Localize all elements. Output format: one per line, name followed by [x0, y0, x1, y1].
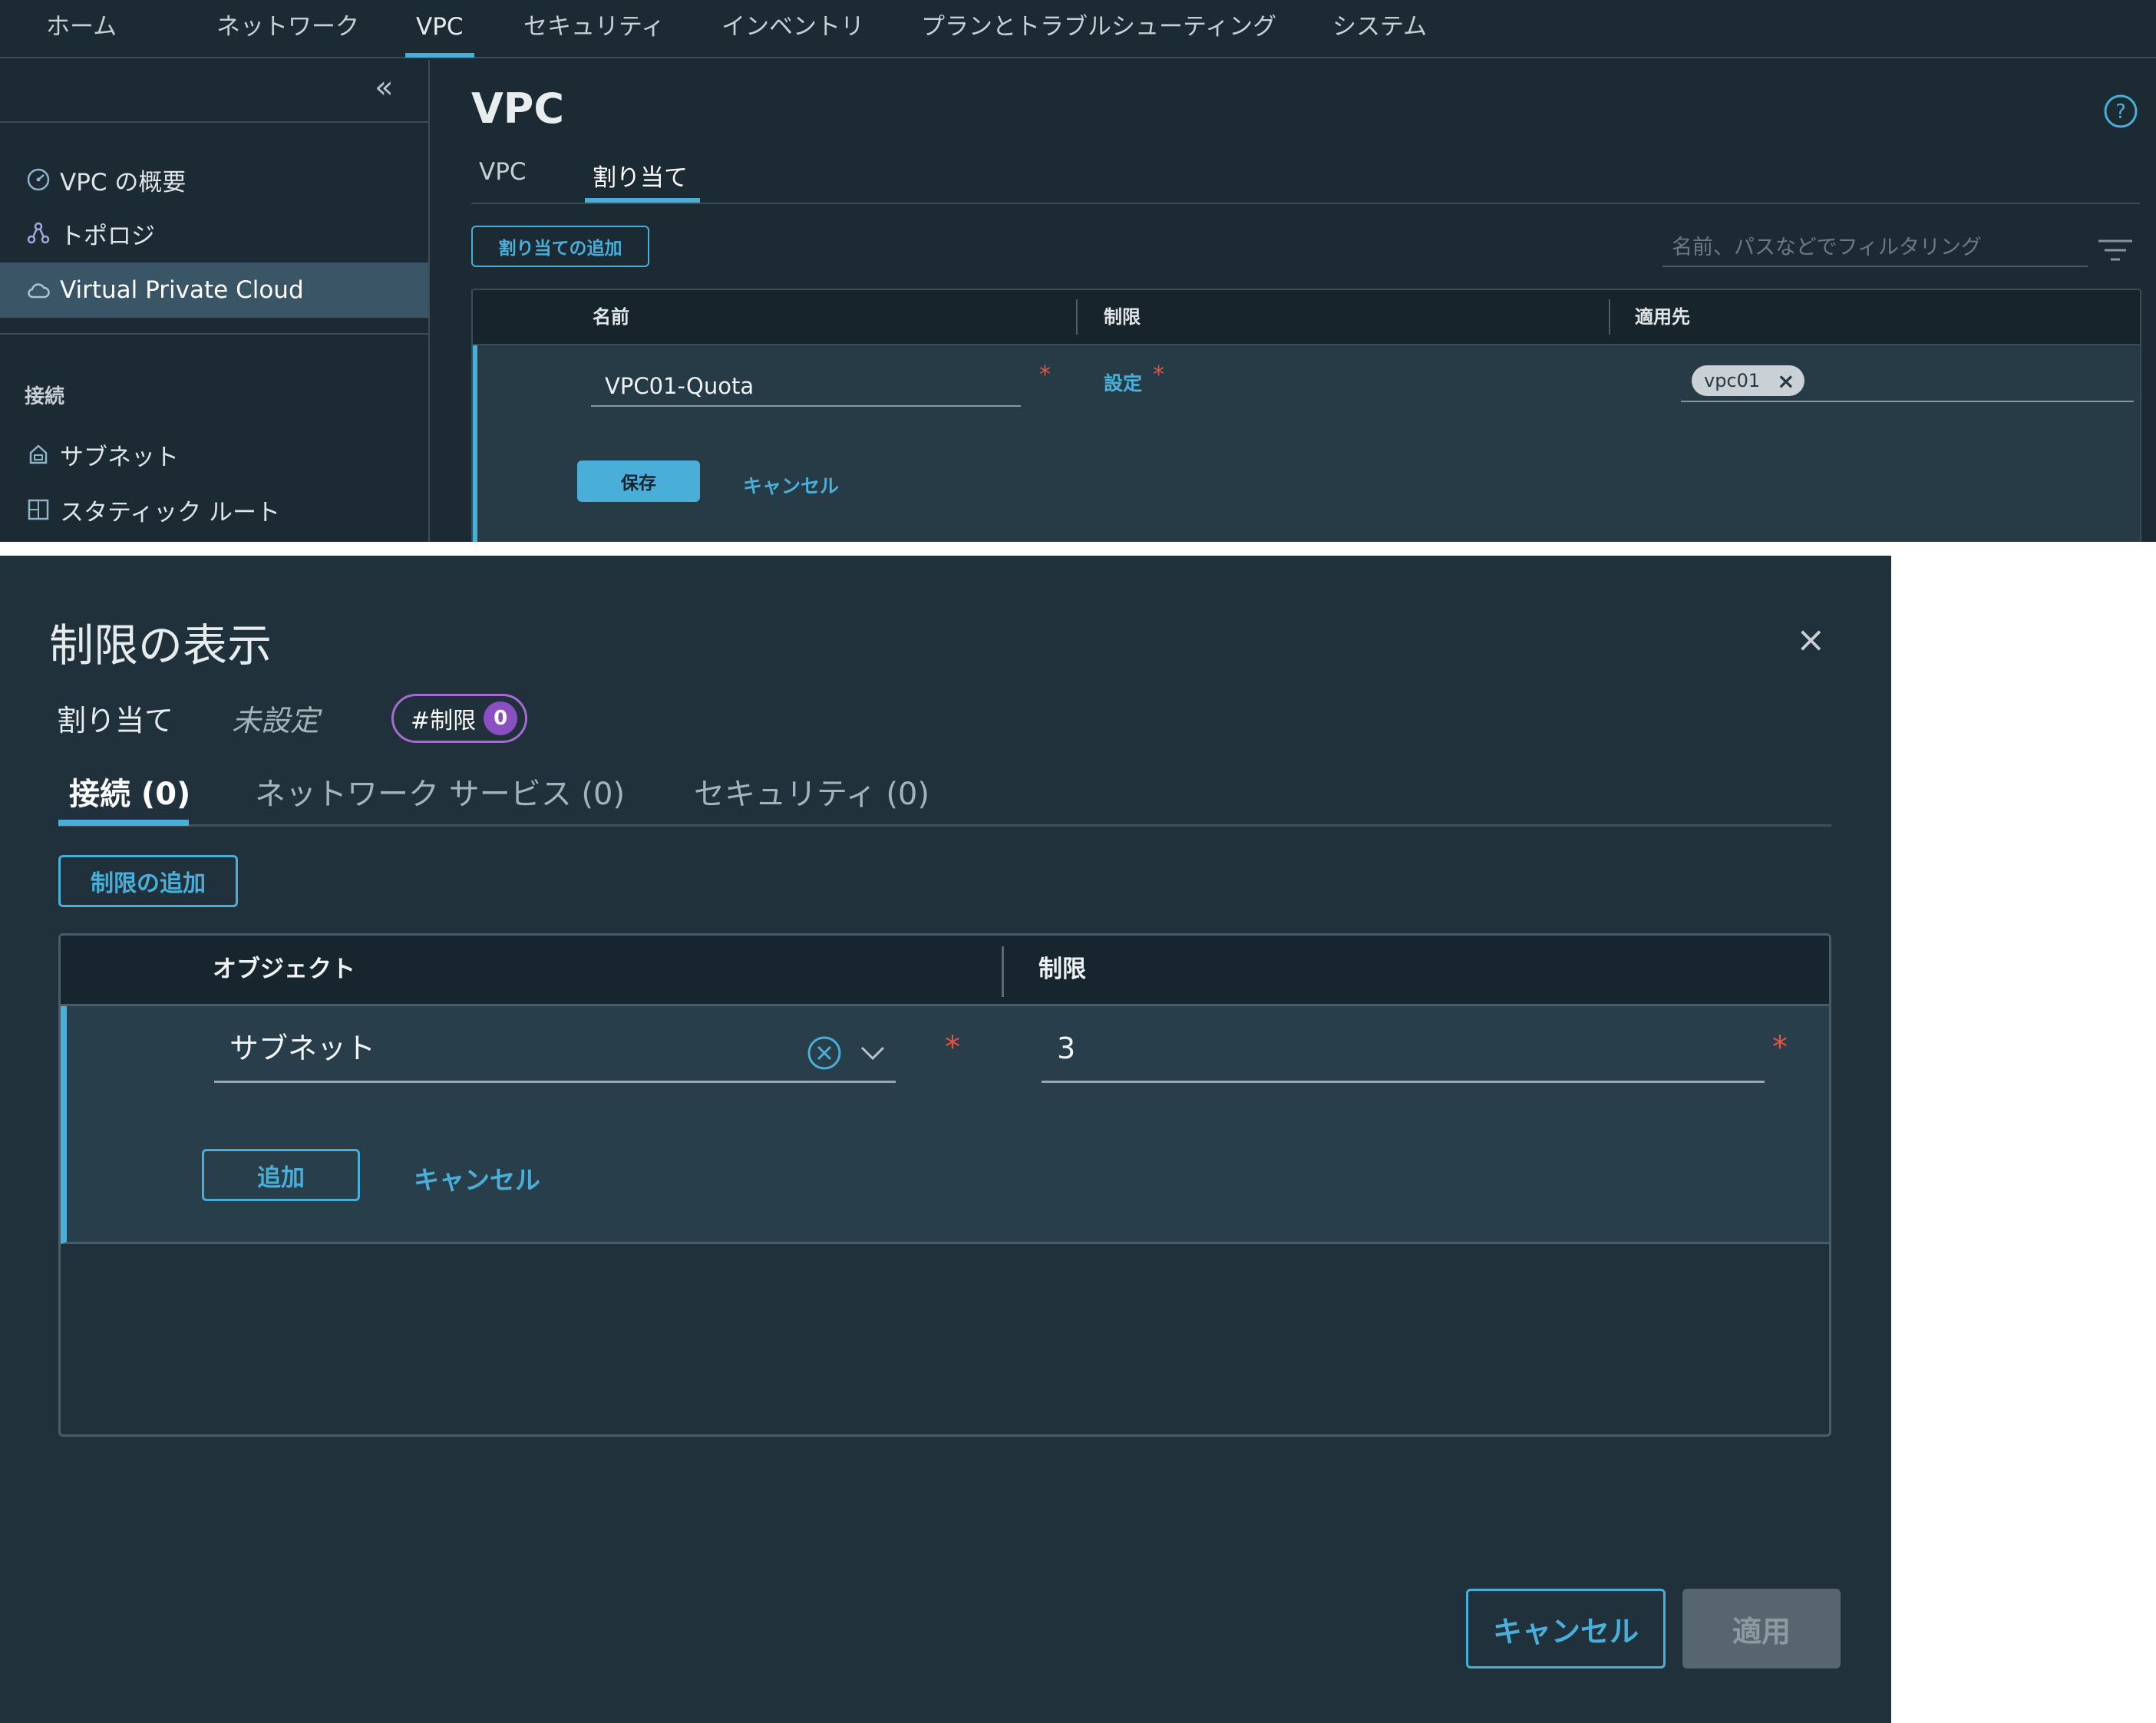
nav-plan-troubleshoot[interactable]: プランとトラブルシューティング [921, 0, 1276, 58]
nav-networking[interactable]: ネットワーク [216, 0, 359, 58]
sidebar-item-label: スタティック ルート [60, 498, 280, 526]
column-header-object[interactable]: オブジェクト [213, 936, 355, 1006]
sidebar-item-label: サブネット [60, 443, 179, 471]
tab-security[interactable]: セキュリティ (0) [694, 769, 929, 814]
nav-security[interactable]: セキュリティ [523, 0, 665, 58]
quota-name-input[interactable]: VPC01-Quota [591, 365, 1021, 407]
nsx-vpc-page: ホーム ネットワーク VPC セキュリティ インベントリ プランとトラブルシュー… [0, 0, 2156, 542]
sidebar-item-static-routes[interactable]: スタティック ルート [0, 482, 428, 537]
gauge-icon [25, 166, 52, 193]
limit-input[interactable]: 3 [1042, 1022, 1765, 1083]
column-separator [1002, 946, 1004, 997]
quota-label: 割り当て [57, 704, 174, 738]
topology-icon [25, 220, 52, 247]
nav-home[interactable]: ホーム [46, 0, 117, 58]
page-title: VPC [471, 84, 564, 133]
top-nav: ホーム ネットワーク VPC セキュリティ インベントリ プランとトラブルシュー… [0, 0, 2156, 58]
required-marker: * [1039, 361, 1051, 388]
chip-label: vpc01 [1704, 370, 1761, 391]
sidebar-item-subnets[interactable]: サブネット [0, 427, 428, 482]
required-marker: * [1153, 361, 1164, 388]
object-select-value: サブネット [229, 1031, 376, 1065]
tab-quotas[interactable]: 割り当て [593, 158, 688, 193]
tab-active-indicator [585, 198, 700, 203]
limits-grid: オブジェクト 制限 サブネット * 3 * 追加 キャンセル [58, 933, 1831, 1437]
main-content: VPC ? VPC 割り当て 割り当ての追加 名前 制限 適用先 VPC01-Q… [431, 60, 2156, 542]
filter-input[interactable] [1662, 229, 2088, 267]
cancel-link[interactable]: キャンセル [743, 471, 839, 499]
cancel-link[interactable]: キャンセル [414, 1160, 540, 1197]
sidebar-item-virtual-private-cloud[interactable]: Virtual Private Cloud [0, 262, 428, 318]
view-limits-modal: 制限の表示 × 割り当て 未設定 #制限 0 接続 (0) ネットワーク サービ… [0, 556, 1891, 1723]
nav-vpc[interactable]: VPC [416, 0, 464, 58]
badge-count: 0 [484, 701, 518, 735]
object-select[interactable]: サブネット [214, 1022, 896, 1083]
required-marker: * [945, 1030, 960, 1065]
nav-active-indicator [405, 53, 474, 58]
sidebar: « VPC の概要 トポロジ Virtual Private Cloud 接続 [0, 60, 430, 542]
cancel-button[interactable]: キャンセル [1466, 1589, 1666, 1669]
help-icon[interactable]: ? [2103, 94, 2138, 129]
close-icon[interactable]: × [1796, 622, 1826, 657]
sidebar-divider [0, 333, 428, 335]
grid-header: オブジェクト 制限 [61, 936, 1829, 1006]
nav-inventory[interactable]: インベントリ [721, 0, 864, 58]
column-header-applied-to[interactable]: 適用先 [1635, 290, 1690, 344]
collapse-sidebar-icon[interactable]: « [375, 72, 393, 103]
svg-text:?: ? [2115, 101, 2126, 124]
badge-label: #制限 [411, 708, 477, 734]
tab-vpc[interactable]: VPC [479, 158, 527, 186]
column-header-limit[interactable]: 制限 [1104, 290, 1141, 344]
column-separator [1076, 299, 1078, 335]
sidebar-divider [0, 121, 428, 123]
subnet-icon [25, 441, 52, 468]
grid-header: 名前 制限 適用先 [473, 290, 2140, 345]
clear-selection-icon[interactable] [807, 1035, 842, 1071]
apply-button[interactable]: 適用 [1682, 1589, 1841, 1669]
required-marker: * [1772, 1030, 1788, 1065]
save-button[interactable]: 保存 [577, 460, 700, 502]
tab-connectivity[interactable]: 接続 (0) [69, 769, 190, 814]
column-header-limit[interactable]: 制限 [1038, 936, 1086, 1006]
quota-grid: 名前 制限 適用先 VPC01-Quota * 設定 * vpc01 × * 保… [471, 289, 2141, 542]
tab-active-indicator [58, 820, 189, 826]
sidebar-item-topology[interactable]: トポロジ [0, 206, 428, 261]
sidebar-section-connectivity: 接続 [25, 385, 65, 408]
sidebar-item-label: VPC の概要 [60, 168, 187, 196]
tab-divider [58, 824, 1831, 827]
set-limit-link[interactable]: 設定 [1104, 368, 1142, 396]
filter-icon[interactable] [2095, 235, 2135, 266]
chevron-down-icon[interactable] [857, 1040, 888, 1068]
column-header-name[interactable]: 名前 [593, 290, 629, 344]
applied-to-chip: vpc01 × [1692, 365, 1804, 396]
quota-edit-row: VPC01-Quota * 設定 * vpc01 × * 保存 キャンセル [473, 345, 2140, 542]
sidebar-item-label: Virtual Private Cloud [60, 276, 304, 304]
sidebar-item-vpc-overview[interactable]: VPC の概要 [0, 152, 428, 207]
limit-edit-row: サブネット * 3 * 追加 キャンセル [61, 1006, 1829, 1244]
static-route-icon [25, 496, 52, 523]
add-button[interactable]: 追加 [202, 1149, 360, 1201]
sidebar-item-label: トポロジ [60, 222, 155, 250]
cloud-icon [25, 276, 52, 304]
add-limit-button[interactable]: 制限の追加 [58, 855, 238, 907]
column-separator [1609, 299, 1610, 335]
limits-count-badge: #制限 0 [391, 694, 528, 743]
modal-title: 制限の表示 [49, 619, 272, 672]
remove-chip-icon[interactable]: × [1777, 368, 1794, 394]
quota-value: 未設定 [232, 704, 320, 738]
add-quota-button[interactable]: 割り当ての追加 [471, 226, 649, 267]
nav-system[interactable]: システム [1332, 0, 1427, 58]
tab-network-services[interactable]: ネットワーク サービス (0) [255, 769, 625, 814]
tab-divider [471, 203, 2140, 204]
